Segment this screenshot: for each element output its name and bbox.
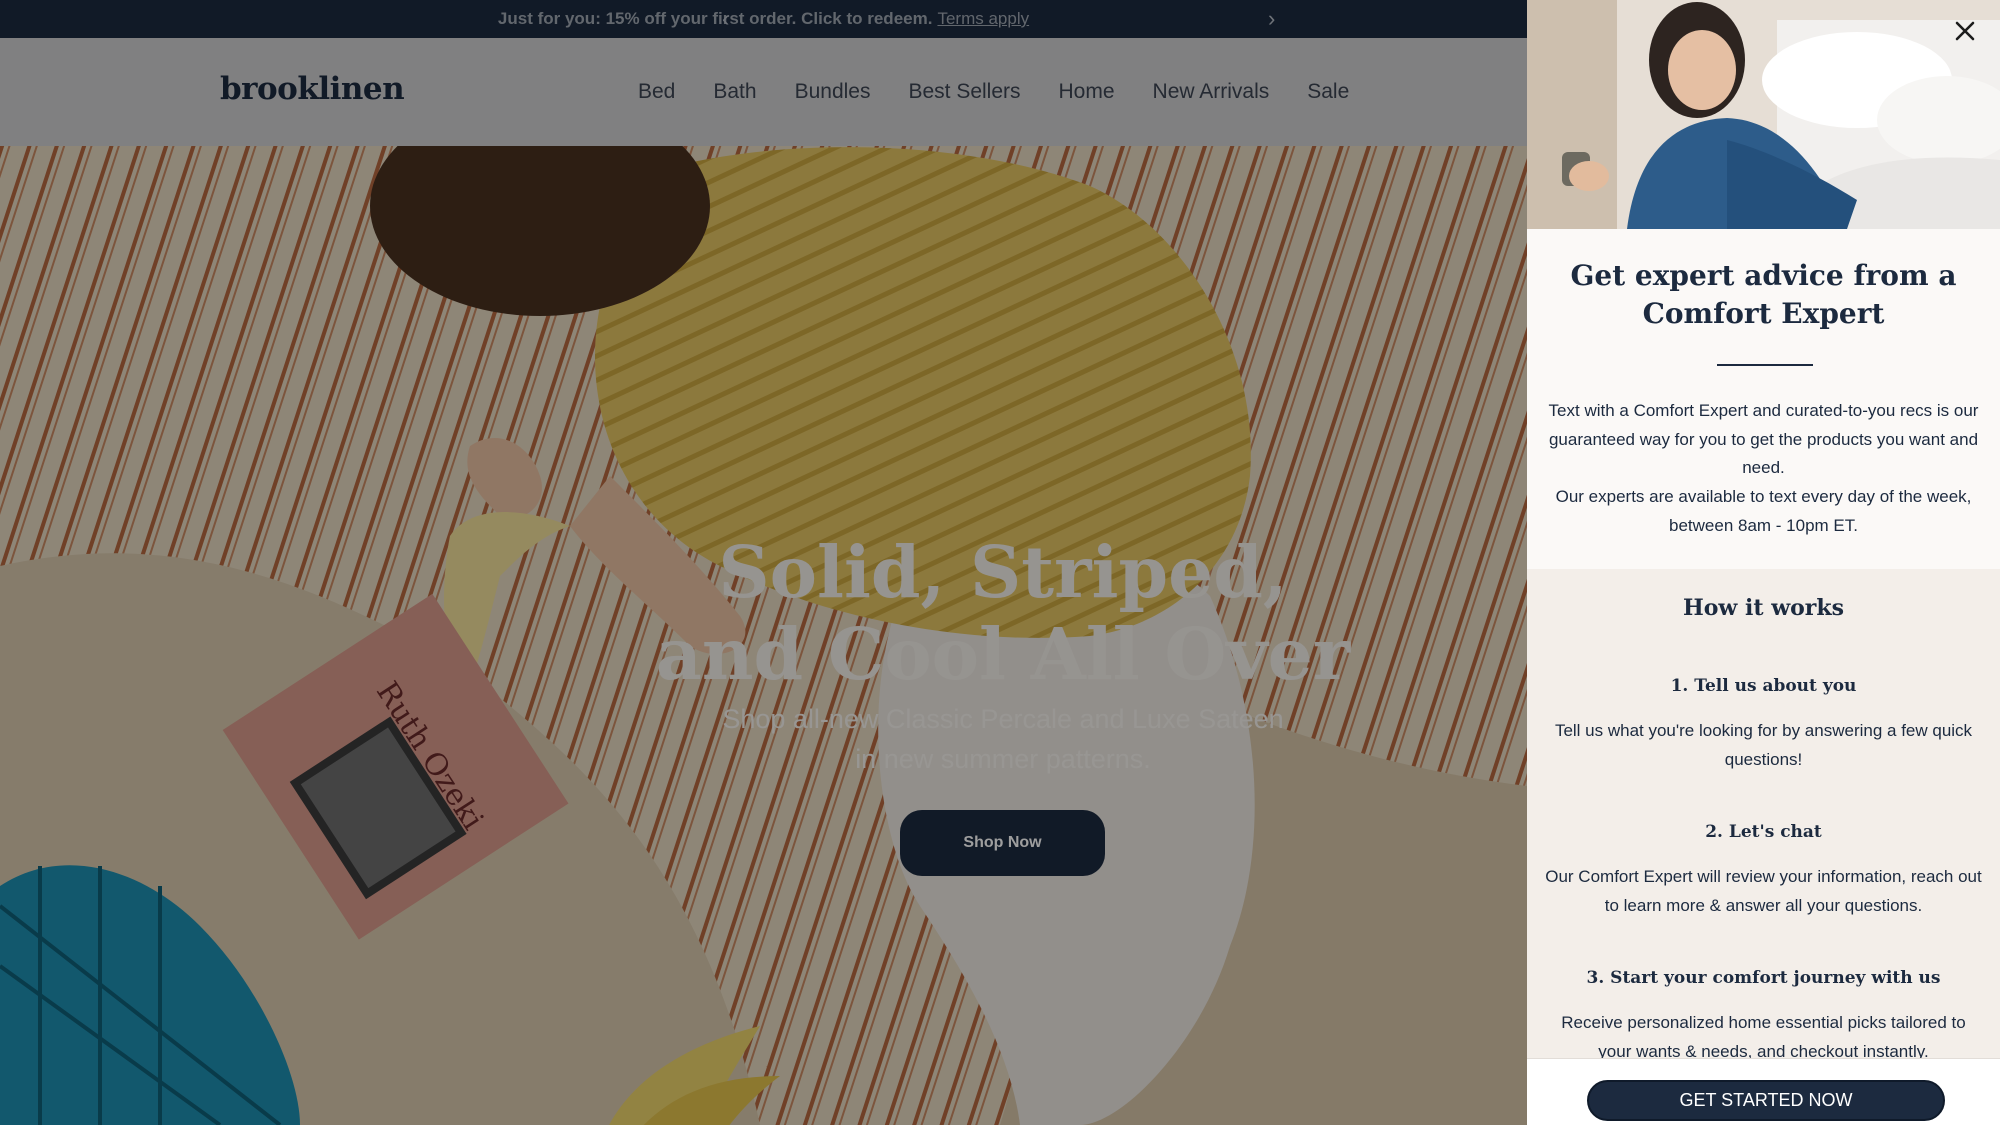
comfort-expert-drawer: Get expert advice from a Comfort Expert … — [1527, 0, 2000, 1125]
drawer-heading: Get expert advice from a Comfort Expert — [1570, 259, 1957, 330]
drawer-photo — [1527, 0, 2000, 229]
step-3-title: 3. Start your comfort journey with us — [1586, 968, 1941, 988]
step-1-title: 1. Tell us about you — [1670, 676, 1857, 696]
step-1-text: Tell us what you're looking for by answe… — [1554, 721, 1973, 769]
intro-paragraph-1: Text with a Comfort Expert and curated-t… — [1548, 401, 1979, 477]
heading-divider — [1717, 364, 1813, 366]
drawer-footer: GET STARTED NOW — [1527, 1058, 2000, 1125]
step-2-title: 2. Let's chat — [1705, 822, 1822, 842]
drawer-intro: Get expert advice from a Comfort Expert … — [1527, 229, 2000, 569]
intro-paragraph-2: Our experts are available to text every … — [1555, 487, 1972, 535]
step-2-text: Our Comfort Expert will review your info… — [1545, 867, 1982, 915]
get-started-button[interactable]: GET STARTED NOW — [1587, 1080, 1945, 1121]
close-icon[interactable] — [1950, 16, 1980, 46]
modal-backdrop[interactable] — [0, 0, 1527, 1125]
how-it-works-heading: How it works — [1682, 595, 1845, 621]
